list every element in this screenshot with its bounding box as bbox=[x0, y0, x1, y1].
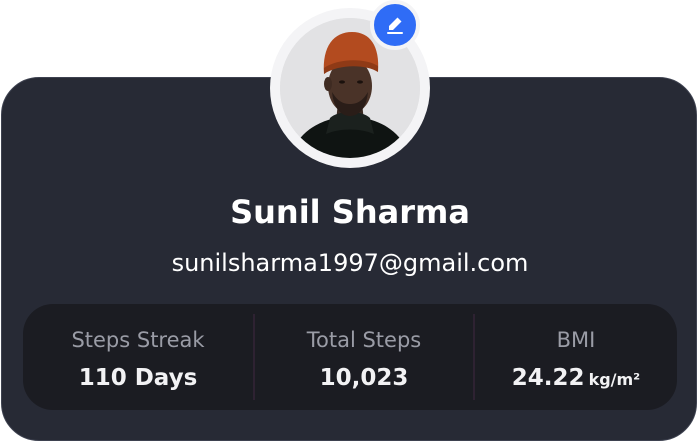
stat-value: 24.22 kg/m² bbox=[475, 362, 677, 396]
stat-label: BMI bbox=[556, 328, 596, 352]
stat-value: 10,023 bbox=[255, 362, 473, 394]
stat-label: Total Steps bbox=[306, 328, 422, 352]
stat-value-text: 110 Days bbox=[78, 365, 198, 391]
edit-avatar-button[interactable] bbox=[370, 0, 420, 50]
stat-value-text: 10,023 bbox=[319, 365, 409, 391]
stat-value-text: 24.22 bbox=[511, 365, 585, 391]
stat-unit: kg/m² bbox=[588, 370, 641, 389]
stat-bmi: BMI 24.22 kg/m² bbox=[475, 304, 677, 410]
stat-total-steps: Total Steps 10,023 bbox=[255, 304, 473, 410]
pencil-icon bbox=[387, 17, 403, 34]
stat-steps-streak: Steps Streak 110 Days bbox=[23, 304, 253, 410]
profile-email: sunilsharma1997@gmail.com bbox=[171, 249, 529, 277]
stat-label: Steps Streak bbox=[71, 328, 205, 352]
stat-value: 110 Days bbox=[23, 362, 253, 394]
stats-panel: Steps Streak 110 Days Total Steps 10,023… bbox=[23, 304, 677, 410]
profile-name: Sunil Sharma bbox=[230, 193, 470, 231]
